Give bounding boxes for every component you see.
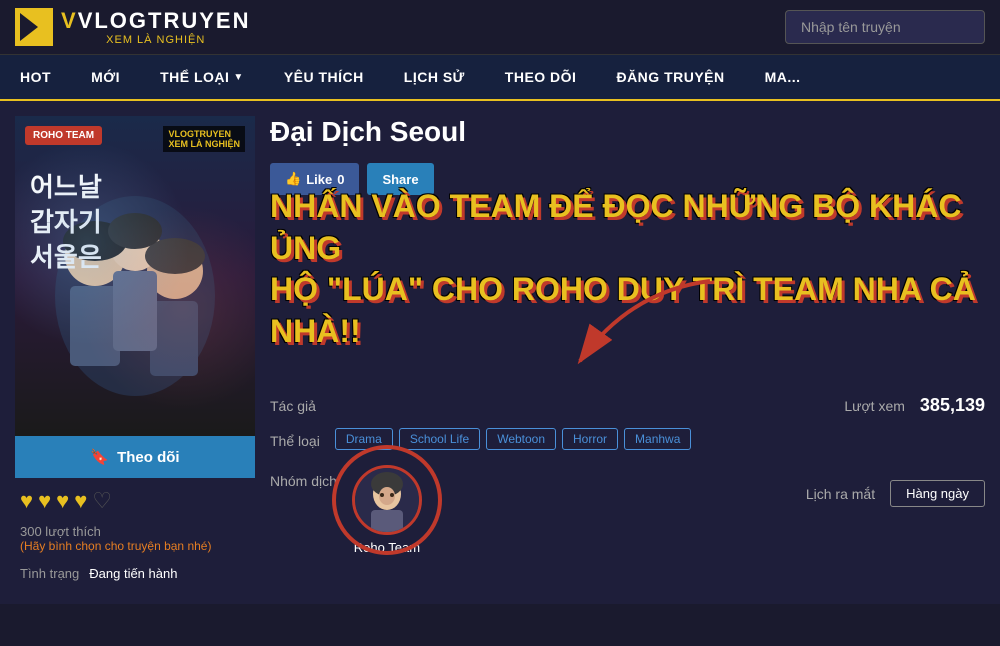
- manga-cover: 어느날 갑자기 서울은 ROHO TEAM VLOGTRUYENXEM LÀ N…: [15, 116, 255, 436]
- translator-schedule: Roho Team Lịch ra mắt Hàng ngày: [352, 465, 985, 555]
- chevron-down-icon: ▼: [233, 72, 243, 83]
- like-button[interactable]: 👍 Like 0: [270, 163, 359, 195]
- svg-text:서울은: 서울은: [30, 242, 102, 272]
- like-count: 300 lượt thích: [15, 524, 255, 539]
- tag-webtoon[interactable]: Webtoon: [486, 428, 556, 450]
- share-button[interactable]: Share: [367, 163, 433, 195]
- heart-1[interactable]: ♥: [20, 488, 33, 514]
- avatar-container: [352, 465, 422, 535]
- action-buttons: 👍 Like 0 Share: [270, 163, 985, 195]
- bookmark-icon: 🔖: [90, 448, 109, 466]
- nav-ma[interactable]: MA...: [745, 55, 821, 99]
- vote-hint: (Hãy bình chọn cho truyện bạn nhé): [15, 539, 255, 558]
- logo-v: V: [61, 8, 78, 33]
- like-btn-label: Like: [306, 172, 332, 187]
- author-field: Tác giả: [270, 395, 331, 416]
- svg-text:갑자기: 갑자기: [30, 207, 102, 237]
- heart-2[interactable]: ♥: [38, 488, 51, 514]
- search-input[interactable]: [785, 10, 985, 44]
- tag-manhwa[interactable]: Manhwa: [624, 428, 691, 450]
- genre-label: Thể loại: [270, 433, 320, 449]
- follow-button[interactable]: 🔖 Theo dõi: [15, 436, 255, 478]
- roho-badge: ROHO TEAM: [25, 126, 102, 145]
- main-nav: HOT MỚI THỂ LOẠI ▼ YÊU THÍCH LỊCH SỬ THE…: [0, 55, 1000, 101]
- promo-overlay: NHẤN VÀO TEAM ĐỂ ĐỌC NHỮNG BỘ KHÁC ỦNG H…: [270, 186, 985, 352]
- manga-title: Đại Dịch Seoul: [270, 116, 985, 148]
- logo-text: VVLOGTRUYEN XEM LÀ NGHIỆN: [61, 8, 250, 46]
- right-column: Đại Dịch Seoul 👍 Like 0 Share NHẤN VÀO T…: [270, 116, 985, 589]
- heart-4[interactable]: ♥: [74, 488, 87, 514]
- schedule-label: Lịch ra mắt: [806, 486, 875, 502]
- author-label: Tác giả: [270, 398, 316, 414]
- promo-line2: HỘ "LÚA" CHO ROHO DUY TRÌ TEAM NHA CẢ NH…: [270, 269, 985, 352]
- arrow-svg: [550, 271, 730, 391]
- tag-horror[interactable]: Horror: [562, 428, 618, 450]
- nav-lich-su[interactable]: LỊCH SỬ: [384, 55, 485, 99]
- translator-row: Nhóm dịch: [270, 465, 985, 555]
- nav-hot[interactable]: HOT: [0, 55, 71, 99]
- nav-the-loai-label: THỂ LOẠI: [160, 69, 229, 85]
- status-row: Tình trạng Đang tiến hành: [15, 558, 255, 589]
- logo[interactable]: VVLOGTRUYEN XEM LÀ NGHIỆN: [15, 8, 250, 46]
- main-content: 어느날 갑자기 서울은 ROHO TEAM VLOGTRUYENXEM LÀ N…: [0, 101, 1000, 604]
- logo-icon: [15, 8, 53, 46]
- nav-the-loai[interactable]: THỂ LOẠI ▼: [140, 55, 264, 99]
- logo-main-text: VVLOGTRUYEN: [61, 8, 250, 34]
- views-field: Lượt xem 385,139: [844, 395, 985, 416]
- svg-text:어느날: 어느날: [30, 172, 102, 202]
- logo-name: VLOGTRUYEN: [78, 8, 251, 33]
- cover-svg: 어느날 갑자기 서울은: [15, 116, 255, 436]
- hearts-row: ♥ ♥ ♥ ♥ ♡: [15, 478, 255, 524]
- heart-3[interactable]: ♥: [56, 488, 69, 514]
- logo-sub-text: XEM LÀ NGHIỆN: [106, 34, 205, 46]
- tag-school[interactable]: School Life: [399, 428, 480, 450]
- nav-moi[interactable]: MỚI: [71, 55, 140, 99]
- schedule-field: Lịch ra mắt Hàng ngày: [806, 480, 985, 507]
- views-label: Lượt xem: [844, 398, 905, 414]
- status-label: Tình trạng: [20, 566, 79, 581]
- nav-yeu-thich[interactable]: YÊU THÍCH: [264, 55, 384, 99]
- nav-dang-truyen[interactable]: ĐĂNG TRUYỆN: [596, 55, 744, 99]
- follow-label: Theo dõi: [117, 449, 180, 466]
- info-section: Tác giả Lượt xem 385,139 Thể loại Drama …: [270, 395, 985, 555]
- status-value: Đang tiến hành: [89, 566, 177, 581]
- promo-line1: NHẤN VÀO TEAM ĐỂ ĐỌC NHỮNG BỘ KHÁC ỦNG: [270, 186, 985, 269]
- like-btn-count: 0: [337, 172, 344, 187]
- schedule-value: Hàng ngày: [890, 480, 985, 507]
- heart-5[interactable]: ♡: [92, 488, 112, 514]
- views-value: 385,139: [920, 395, 985, 416]
- cover-art: 어느날 갑자기 서울은 ROHO TEAM VLOGTRUYENXEM LÀ N…: [15, 116, 255, 436]
- thumb-up-icon: 👍: [285, 171, 301, 187]
- header: VVLOGTRUYEN XEM LÀ NGHIỆN: [0, 0, 1000, 55]
- cover-watermark: VLOGTRUYENXEM LÀ NGHIỆN: [163, 126, 245, 152]
- circle-highlight: [332, 445, 442, 555]
- translator-avatar-wrap: Roho Team: [352, 465, 422, 555]
- left-column: 어느날 갑자기 서울은 ROHO TEAM VLOGTRUYENXEM LÀ N…: [15, 116, 255, 589]
- nav-theo-doi[interactable]: THEO DÕI: [485, 55, 597, 99]
- author-views-row: Tác giả Lượt xem 385,139: [270, 395, 985, 416]
- translator-label: Nhóm dịch: [270, 473, 337, 489]
